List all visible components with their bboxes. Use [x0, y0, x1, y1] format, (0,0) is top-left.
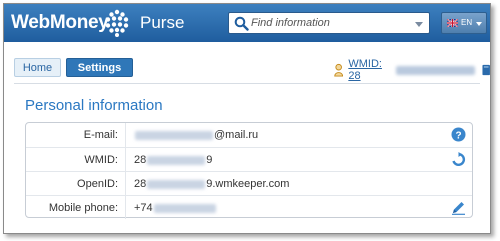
- wmid-value: 28 9: [134, 154, 212, 166]
- info-row-openid: OpenID: 28 9.wmkeeper.com: [26, 171, 472, 195]
- tab-home[interactable]: Home: [14, 58, 61, 77]
- search-box[interactable]: [228, 12, 430, 34]
- wmid-suffix: 9: [206, 154, 213, 166]
- column-divider: [125, 172, 126, 195]
- wmid-link[interactable]: WMID: 28: [348, 58, 394, 82]
- header-bar: WebMoney Purse Find information EN: [4, 4, 490, 42]
- uk-flag-icon: [447, 19, 458, 27]
- book-icon[interactable]: [482, 64, 490, 76]
- help-icon[interactable]: ?: [451, 127, 466, 142]
- wmid-indicator[interactable]: WMID: 28: [334, 58, 490, 82]
- section-title: Personal information: [25, 97, 163, 114]
- wmid-prefix: 28: [134, 154, 147, 166]
- search-input[interactable]: [251, 14, 411, 32]
- user-icon: [334, 63, 344, 77]
- mobile-label: Mobile phone:: [48, 202, 118, 214]
- column-divider: [125, 148, 126, 171]
- redacted-email: [135, 130, 213, 140]
- redacted-wmid: [396, 65, 475, 75]
- email-domain: @mail.ru: [214, 129, 259, 141]
- email-value: @mail.ru: [134, 129, 258, 141]
- column-divider: [125, 123, 126, 147]
- wmid-label: WMID:: [84, 154, 118, 166]
- info-row-mobile: Mobile phone: +74: [26, 195, 472, 219]
- info-row-email: E-mail: @mail.ru ?: [26, 123, 472, 147]
- email-label: E-mail:: [83, 129, 118, 141]
- mobile-prefix: +74: [134, 202, 153, 214]
- info-row-wmid: WMID: 28 9: [26, 147, 472, 171]
- openid-value: 28 9.wmkeeper.com: [134, 178, 289, 190]
- svg-text:?: ?: [455, 130, 461, 141]
- openid-prefix: 28: [134, 178, 147, 190]
- refresh-icon[interactable]: [451, 152, 466, 167]
- openid-suffix: 9.wmkeeper.com: [206, 178, 290, 190]
- language-code: EN: [461, 18, 473, 27]
- logo-text: WebMoney: [11, 12, 109, 33]
- redacted-phone: [153, 203, 216, 213]
- search-icon[interactable]: [234, 16, 249, 31]
- search-dropdown-arrow-icon[interactable]: [415, 22, 423, 27]
- product-name: Purse: [140, 13, 185, 32]
- webmoney-globe-icon: [105, 9, 129, 37]
- chevron-down-icon: [476, 22, 482, 26]
- column-divider: [125, 196, 126, 219]
- openid-label: OpenID:: [77, 178, 118, 190]
- redacted-openid: [147, 179, 206, 189]
- language-selector[interactable]: EN: [441, 12, 487, 34]
- app-window: WebMoney Purse Find information EN Home …: [3, 3, 491, 234]
- nav-bar: Home Settings WMID: 28: [4, 42, 490, 82]
- divider: [14, 83, 480, 84]
- tab-settings[interactable]: Settings: [66, 58, 133, 77]
- redacted-wmid-value: [147, 155, 206, 165]
- edit-icon[interactable]: [451, 200, 466, 215]
- personal-info-table: E-mail: @mail.ru ? WMID: 28 9 OpenID: 28…: [25, 122, 473, 219]
- mobile-value: +74: [134, 202, 217, 214]
